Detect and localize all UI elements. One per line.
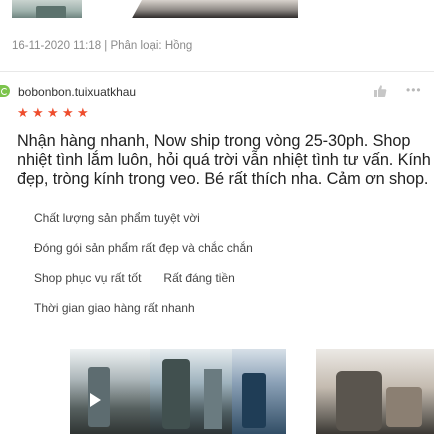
star-icon: ★ <box>32 105 44 120</box>
tag-row: Shop phục vụ rất tốt Rất đáng tiền <box>34 263 414 293</box>
star-icon: ★ <box>17 105 29 120</box>
review-text: Nhận hàng nhanh, Now ship trong vòng 25-… <box>17 132 431 188</box>
previous-media-thumb-1[interactable] <box>12 0 82 18</box>
avatar[interactable] <box>0 85 10 97</box>
star-icon: ★ <box>62 105 74 120</box>
avatar-icon <box>0 85 10 97</box>
tag-row: Thời gian giao hàng rất nhanh <box>34 293 414 323</box>
tag-row: Chất lượng sản phẩm tuyệt vời <box>34 203 414 233</box>
previous-media-thumb-2[interactable] <box>128 0 298 18</box>
review-page: 16-11-2020 11:18 | Phân loại: Hồng bobon… <box>0 0 434 434</box>
star-icon: ★ <box>77 105 89 120</box>
review-divider <box>0 71 434 72</box>
review-tag: Thời gian giao hàng rất nhanh <box>34 301 195 315</box>
play-icon <box>90 393 101 407</box>
reviewer-username[interactable]: bobonbon.tuixuatkhau <box>18 85 136 99</box>
rating-stars: ★ ★ ★ ★ ★ <box>17 105 89 120</box>
review-meta-previous: 16-11-2020 11:18 | Phân loại: Hồng <box>12 40 193 52</box>
review-tag: Rất đáng tiền <box>163 271 235 285</box>
thumbs-up-icon[interactable] <box>373 84 387 98</box>
review-media <box>70 349 434 434</box>
tag-row: Đóng gói sản phẩm rất đẹp và chắc chắn <box>34 233 414 263</box>
review-video-thumb[interactable] <box>70 349 150 434</box>
previous-review-media <box>0 0 434 26</box>
review-tag: Shop phục vụ rất tốt <box>34 271 142 285</box>
star-icon: ★ <box>47 105 59 120</box>
review-image-thumb[interactable] <box>232 349 286 434</box>
review-tag: Đóng gói sản phẩm rất đẹp và chắc chắn <box>34 241 253 255</box>
review-tag: Chất lượng sản phẩm tuyệt vời <box>34 211 200 225</box>
review-image-thumb[interactable] <box>316 349 434 434</box>
review-image-thumb[interactable] <box>150 349 232 434</box>
review-tags: Chất lượng sản phẩm tuyệt vời Đóng gói s… <box>34 203 414 323</box>
more-icon[interactable]: ••• <box>406 83 422 97</box>
